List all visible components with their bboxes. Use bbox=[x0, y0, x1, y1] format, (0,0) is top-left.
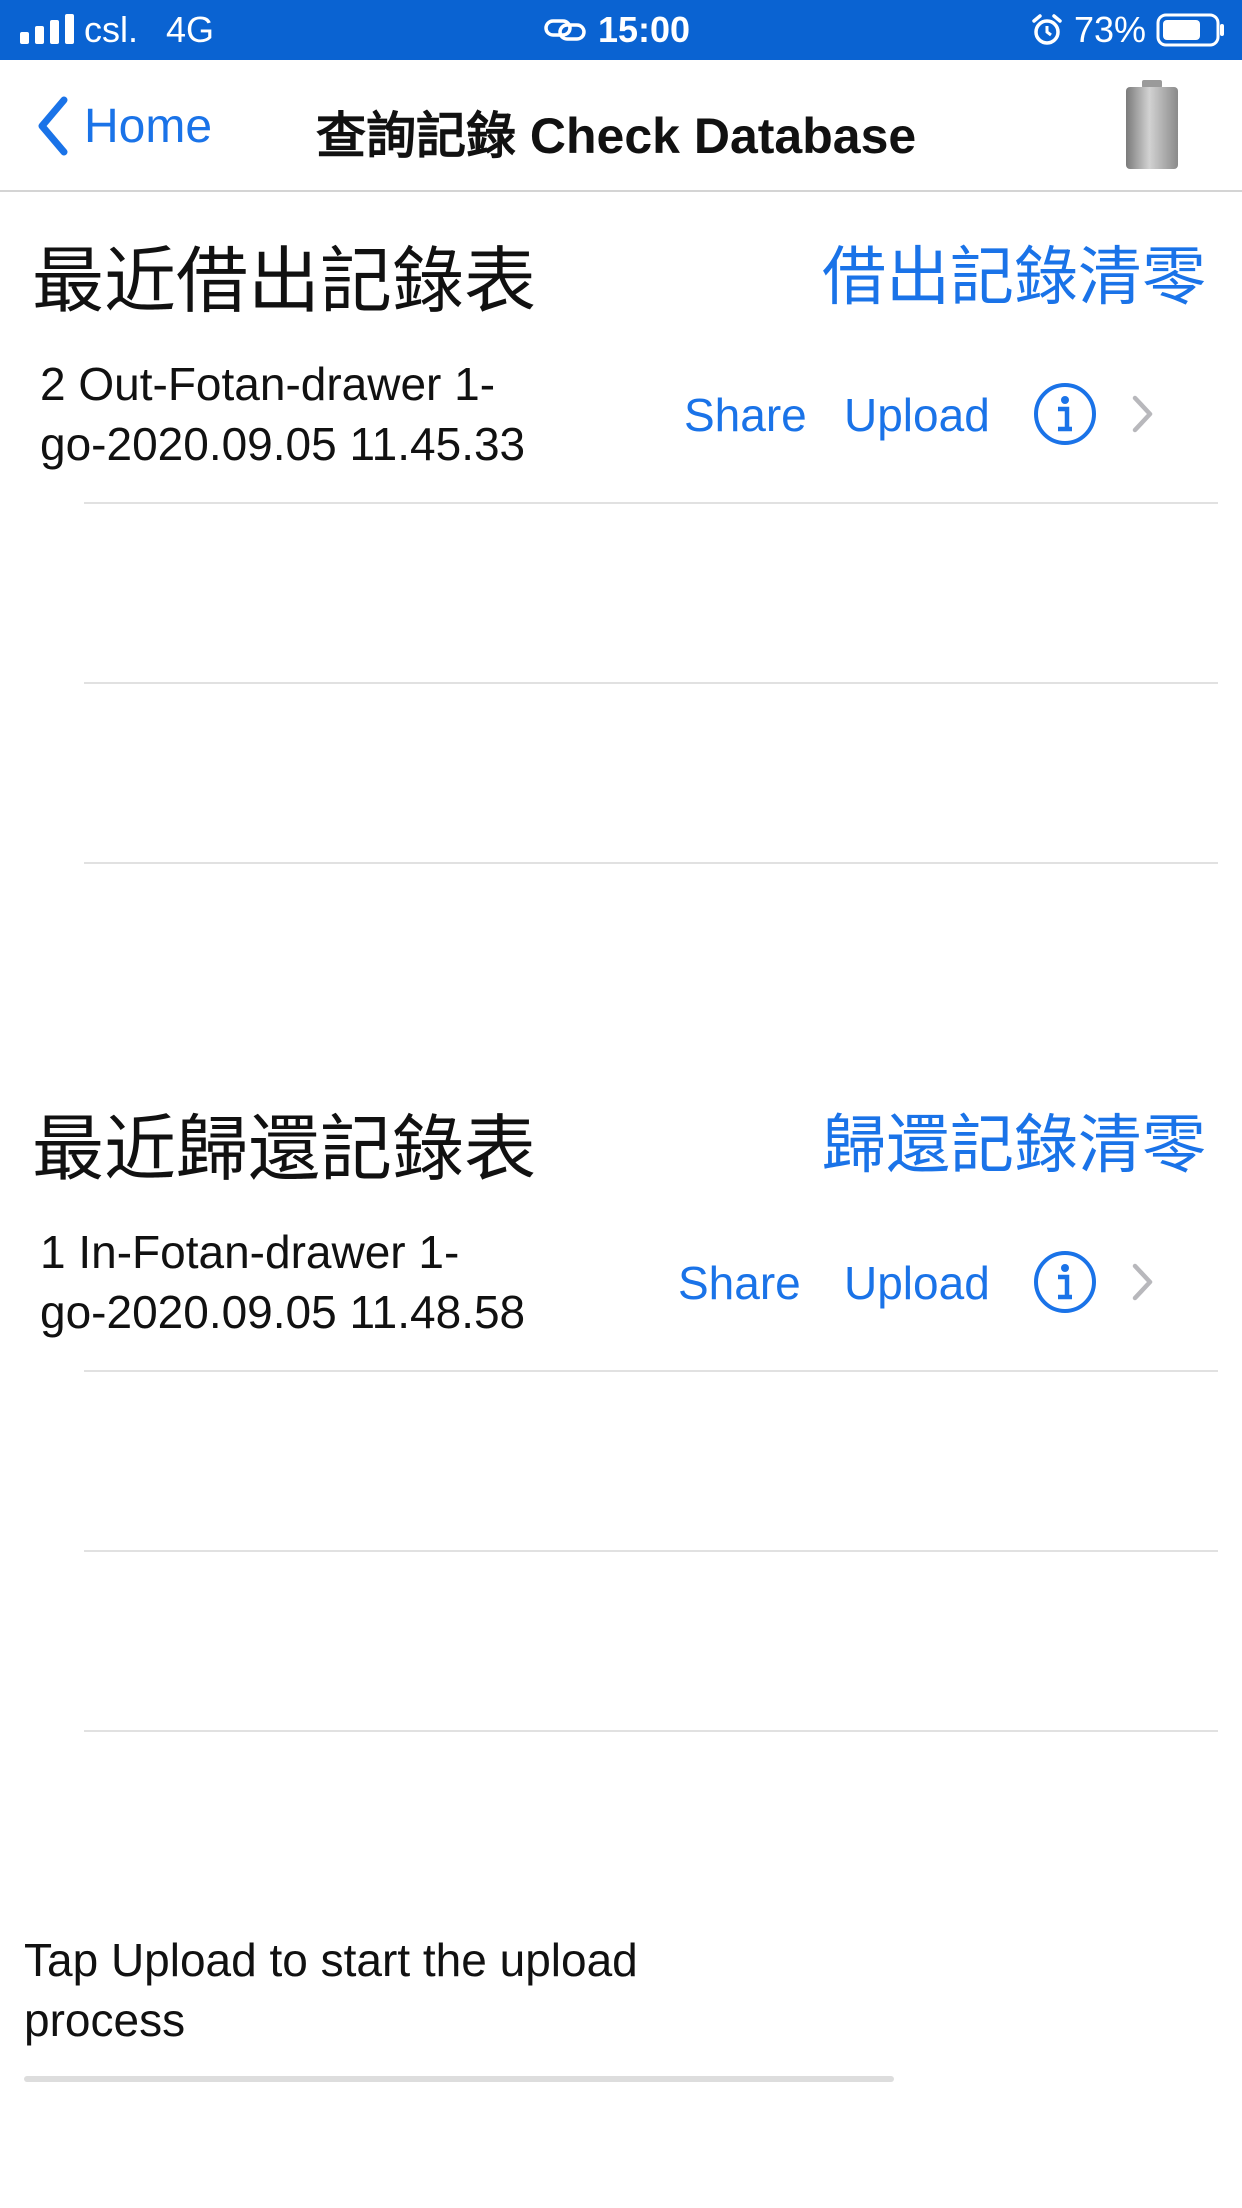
battery-image-icon bbox=[1124, 80, 1180, 170]
signal-strength-icon bbox=[20, 0, 74, 60]
borrow-upload-button[interactable]: Upload bbox=[844, 388, 990, 442]
row-separator bbox=[84, 682, 1218, 684]
upload-progress-bar bbox=[24, 2076, 894, 2082]
hint-line: process bbox=[24, 1994, 186, 2046]
row-separator bbox=[84, 1370, 1218, 1372]
record-date-line: go-2020.09.05 11.45.33 bbox=[40, 418, 526, 470]
alarm-icon bbox=[1030, 0, 1066, 60]
return-share-button[interactable]: Share bbox=[678, 1256, 801, 1310]
back-label: Home bbox=[84, 99, 213, 153]
chevron-left-icon bbox=[38, 96, 68, 156]
back-button[interactable]: Home bbox=[36, 94, 212, 158]
info-icon[interactable] bbox=[1033, 1250, 1097, 1314]
personal-hotspot-link-icon bbox=[543, 0, 587, 60]
carrier-name: csl. bbox=[84, 9, 138, 50]
page-title: 查詢記錄 Check Database bbox=[316, 108, 917, 164]
navigation-bar: Home 查詢記錄 Check Database bbox=[0, 60, 1242, 192]
return-record-text: 1 In-Fotan-drawer 1- go-2020.09.05 11.48… bbox=[40, 1222, 640, 1342]
return-upload-button[interactable]: Upload bbox=[844, 1256, 990, 1310]
borrow-record-text: 2 Out-Fotan-drawer 1- go-2020.09.05 11.4… bbox=[40, 354, 640, 474]
clear-borrow-records-button[interactable]: 借出記錄清零 bbox=[822, 226, 1206, 318]
chevron-right-icon bbox=[1130, 394, 1156, 434]
clock: 15:00 bbox=[598, 9, 691, 50]
hint-line: Tap Upload to start the upload bbox=[24, 1934, 638, 1986]
record-name-line: 1 In-Fotan-drawer 1- bbox=[40, 1226, 460, 1278]
row-separator bbox=[84, 862, 1218, 864]
upload-hint-text: Tap Upload to start the upload process bbox=[24, 1930, 784, 2050]
return-records-title: 最近歸還記錄表 bbox=[32, 1110, 537, 1190]
borrow-records-title: 最近借出記錄表 bbox=[32, 242, 537, 322]
row-separator bbox=[84, 502, 1218, 504]
chevron-right-icon bbox=[1130, 1262, 1156, 1302]
info-icon[interactable] bbox=[1033, 382, 1097, 446]
battery-percentage: 73% bbox=[1074, 9, 1147, 50]
record-date-line: go-2020.09.05 11.48.58 bbox=[40, 1286, 526, 1338]
record-name-line: 2 Out-Fotan-drawer 1- bbox=[40, 358, 496, 410]
row-separator bbox=[84, 1730, 1218, 1732]
borrow-share-button[interactable]: Share bbox=[684, 388, 807, 442]
row-separator bbox=[84, 1550, 1218, 1552]
clear-return-records-button[interactable]: 歸還記錄清零 bbox=[822, 1094, 1206, 1186]
status-bar: csl. 4G 15:00 73% bbox=[0, 0, 1242, 60]
battery-icon bbox=[1156, 0, 1226, 60]
network-type: 4G bbox=[166, 9, 215, 50]
check-database-screen: csl. 4G 15:00 73% Home 查詢記錄 Check Databa… bbox=[0, 0, 1242, 2208]
